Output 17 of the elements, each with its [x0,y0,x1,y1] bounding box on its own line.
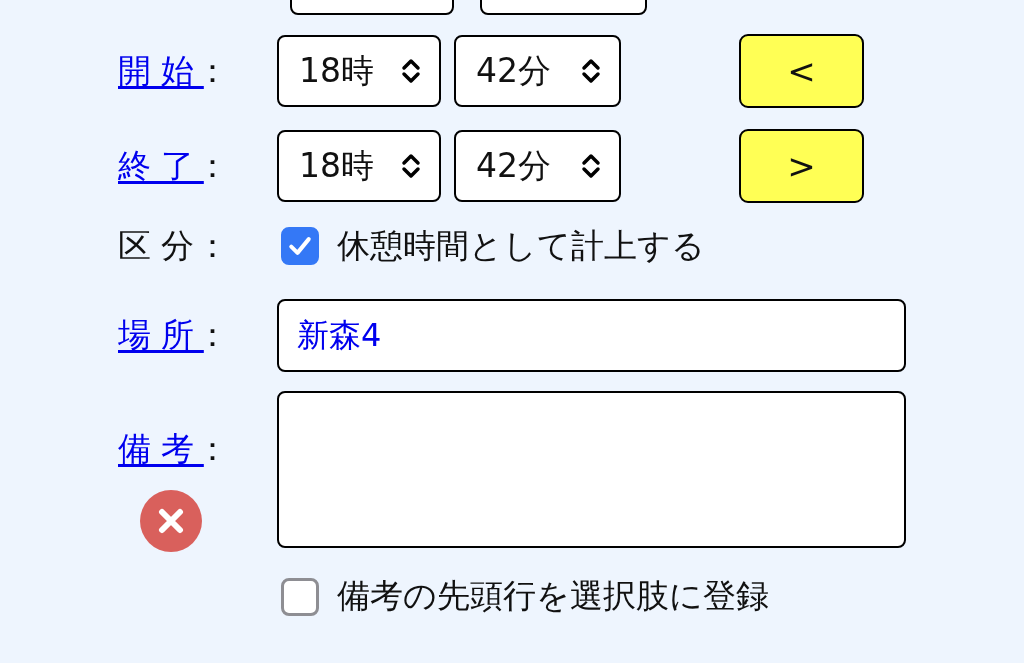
place-input[interactable]: 新森4 [277,299,906,372]
notes-textarea[interactable] [277,391,906,548]
minute-select[interactable]: 42分 [454,35,621,107]
chevron-icon [581,57,601,85]
hour-select[interactable]: 18時 [277,130,441,202]
checkbox[interactable] [281,577,319,616]
chevron-icon [581,152,601,180]
clear-icon[interactable] [140,490,202,552]
checkbox-label: 備考の先頭行を選択肢に登録 [337,575,769,617]
chevron-icon [401,152,421,180]
checkbox[interactable] [281,227,319,265]
next-button[interactable]: > [739,129,864,203]
previous-button[interactable]: < [739,34,864,108]
hour-select[interactable]: 18時 [277,35,441,107]
checkbox-label: 休憩時間として計上する [337,224,705,267]
chevron-icon [401,57,421,85]
minute-select[interactable]: 42分 [454,130,621,202]
